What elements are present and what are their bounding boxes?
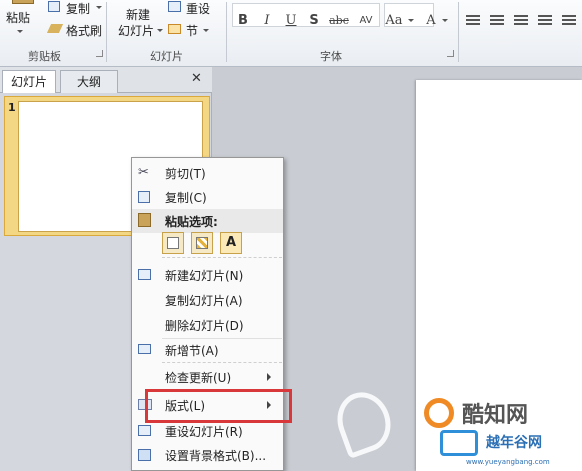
slides-group-label: 幻灯片 [150, 50, 183, 63]
tab-outline[interactable]: 大纲 [60, 70, 118, 93]
paste-use-destination-theme-button[interactable] [162, 232, 184, 254]
layout-highlight-box [145, 389, 292, 423]
panel-tab-bar: 幻灯片 大纲 ✕ [0, 67, 212, 93]
change-case-button[interactable]: Aa [382, 12, 406, 30]
submenu-arrow-icon [267, 373, 271, 381]
bold-button[interactable]: B [234, 12, 252, 30]
menu-item-add-section[interactable]: 新增节(A) [132, 338, 283, 362]
reset-button[interactable]: 重设 [186, 0, 210, 17]
ribbon-separator [226, 2, 227, 62]
paste-theme-icon [167, 237, 179, 249]
menu-item-new-slide[interactable]: 新建幻灯片(N) [132, 263, 283, 287]
reset-slide-icon [138, 425, 151, 436]
new-slide-button[interactable]: 幻灯片 [118, 22, 154, 39]
underline-button[interactable]: U [282, 12, 300, 30]
scissors-icon: ✂ [138, 165, 149, 180]
align-right-icon[interactable] [514, 15, 528, 27]
watermark-circle-icon [424, 398, 454, 428]
strikethrough-button[interactable]: abc [326, 12, 352, 30]
paste-icon[interactable] [12, 0, 34, 4]
clipboard-group-label: 剪贴板 [28, 50, 61, 63]
copy-button[interactable]: 复制 [66, 0, 90, 17]
tab-slides[interactable]: 幻灯片 [2, 70, 57, 93]
watermark-url: www.yueyangbang.com [466, 458, 550, 466]
menu-item-duplicate-slide[interactable]: 复制幻灯片(A) [132, 288, 283, 312]
copy-dropdown-arrow-icon[interactable] [96, 6, 102, 9]
menu-item-check-updates[interactable]: 检查更新(U) [132, 365, 283, 389]
watermark-site-name: 越年谷网 [486, 435, 542, 451]
slide-number: 1 [8, 101, 16, 114]
paste-source-format-icon [196, 237, 208, 249]
menu-item-cut[interactable]: ✂ 剪切(T) [132, 161, 283, 185]
section-dropdown-arrow-icon[interactable] [203, 29, 209, 32]
watermark-brand: 酷知网 [462, 403, 529, 428]
copy-icon [48, 1, 60, 12]
watermark-logo-icon [329, 384, 399, 460]
section-icon [138, 344, 151, 354]
paste-button[interactable]: 粘贴 [6, 9, 30, 26]
case-dropdown-arrow-icon[interactable] [408, 19, 414, 22]
clipboard-launcher-icon[interactable] [96, 50, 103, 57]
paste-keep-text-only-button[interactable]: A [220, 232, 242, 254]
reset-icon [168, 1, 181, 12]
section-button[interactable]: 节 [186, 22, 198, 39]
paste-icon [138, 213, 151, 227]
font-color-dropdown-arrow-icon[interactable] [442, 19, 448, 22]
paste-dropdown-arrow-icon[interactable] [17, 30, 23, 33]
section-icon [168, 24, 181, 34]
font-group-label: 字体 [320, 50, 342, 63]
format-painter-icon [46, 24, 64, 33]
align-left-icon[interactable] [466, 15, 480, 27]
format-background-icon [138, 449, 151, 461]
new-slide-dropdown-arrow-icon[interactable] [157, 29, 163, 32]
align-center-icon[interactable] [490, 15, 504, 27]
italic-button[interactable]: I [258, 12, 276, 30]
shadow-button[interactable]: S [305, 12, 323, 30]
ribbon-separator [106, 2, 107, 62]
character-spacing-button[interactable]: AV [355, 12, 377, 30]
menu-item-copy[interactable]: 复制(C) [132, 185, 283, 209]
new-slide-label-line1[interactable]: 新建 [126, 6, 150, 23]
font-launcher-icon[interactable] [447, 50, 454, 57]
format-painter-button[interactable]: 格式刷 [66, 22, 102, 39]
watermark-site-logo-icon [440, 430, 478, 456]
close-panel-icon[interactable]: ✕ [191, 71, 202, 86]
context-menu: ✂ 剪切(T) 复制(C) 粘贴选项: 新建幻灯片(N) 复制幻灯片(A) 删除… [131, 157, 284, 471]
justify-icon[interactable] [538, 15, 552, 27]
font-color-button[interactable]: A [422, 12, 440, 30]
ribbon-separator [458, 2, 459, 62]
ribbon: 粘贴 复制 格式刷 剪贴板 新建 幻灯片 重设 节 幻灯片 B I U S ab… [0, 0, 582, 67]
paste-keep-source-formatting-button[interactable] [191, 232, 213, 254]
menu-item-delete-slide[interactable]: 删除幻灯片(D) [132, 313, 283, 337]
menu-item-format-background[interactable]: 设置背景格式(B)... [132, 443, 283, 467]
new-slide-icon [138, 269, 151, 280]
copy-icon [138, 191, 150, 203]
distribute-icon[interactable] [562, 15, 576, 27]
menu-header-paste-options: 粘贴选项: [132, 209, 283, 233]
